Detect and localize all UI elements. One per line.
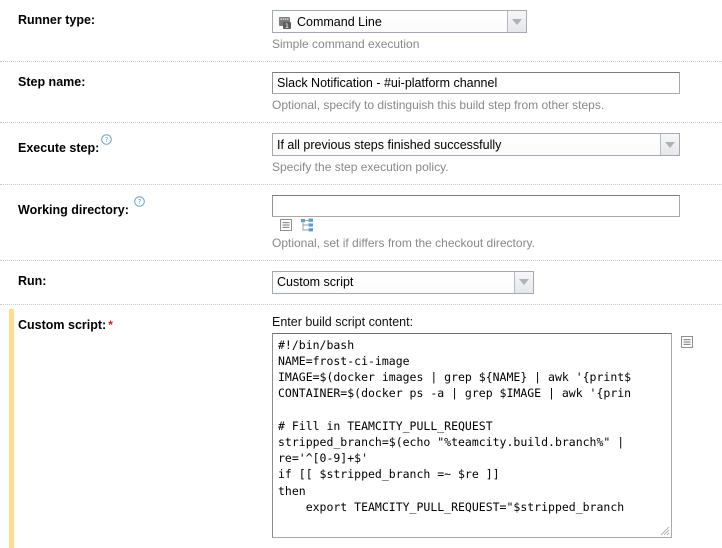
run-dropdown-button[interactable] (514, 271, 533, 293)
svg-text:1: 1 (285, 22, 289, 30)
form-row-step-name: Step name: Optional, specify to distingu… (0, 61, 722, 122)
step-name-input[interactable] (272, 72, 680, 94)
step-name-label: Step name: (18, 75, 86, 89)
execute-step-label: Execute step: (18, 141, 100, 155)
custom-script-textarea[interactable]: #!/bin/bash NAME=frost-ci-image IMAGE=$(… (272, 332, 672, 538)
resize-grip-icon[interactable] (659, 525, 670, 536)
execute-step-dropdown-button[interactable] (660, 134, 679, 155)
required-marker: * (108, 317, 113, 332)
form-row-run: Run: Custom script (0, 259, 722, 304)
working-directory-field-cell: Optional, set if differs from the checko… (272, 185, 722, 260)
svg-text:?: ? (105, 136, 109, 144)
custom-script-label: Custom script: (18, 317, 107, 332)
run-value: Custom script (277, 275, 354, 290)
modified-setting-accent-bar (9, 308, 14, 548)
runner-type-label: Runner type: (18, 13, 96, 27)
step-name-label-cell: Step name: (0, 62, 272, 89)
run-label-cell: Run: (0, 261, 272, 288)
custom-script-label-cell: Custom script: * (0, 305, 272, 332)
custom-script-field-cell: Enter build script content: #!/bin/bash … (272, 305, 722, 548)
runner-type-dropdown-button[interactable] (507, 11, 526, 32)
help-question-icon[interactable]: ? (134, 196, 146, 207)
runner-type-field-cell: 1 Command Line Simple command execution (272, 0, 722, 61)
execute-step-value-wrap: If all previous steps finished successfu… (273, 134, 660, 155)
form-row-runner-type: Runner type: 1 Command Line Simple comma… (0, 0, 722, 61)
working-directory-actions (279, 218, 314, 232)
svg-text:?: ? (138, 198, 142, 206)
working-directory-label-cell: Working directory: ? (0, 185, 272, 217)
working-directory-hint: Optional, set if differs from the checko… (272, 235, 536, 250)
run-select[interactable]: Custom script (272, 270, 534, 294)
open-in-editor-icon[interactable] (279, 218, 293, 232)
execute-step-hint: Specify the step execution policy. (272, 160, 449, 174)
step-name-hint: Optional, specify to distinguish this bu… (272, 98, 605, 112)
custom-script-caption: Enter build script content: (272, 314, 414, 329)
execute-step-label-cell: Execute step: ? (0, 123, 272, 155)
runner-type-value: Command Line (297, 14, 382, 29)
command-line-runner-icon: 1 (277, 14, 293, 30)
run-label: Run: (18, 273, 47, 288)
form-row-custom-script: Custom script: * Enter build script conte… (0, 303, 722, 548)
execute-step-select[interactable]: If all previous steps finished successfu… (272, 133, 680, 156)
run-field-cell: Custom script (272, 261, 722, 304)
form-row-working-directory: Working directory: ? Optional, set if di… (0, 184, 722, 260)
chevron-down-icon (512, 18, 522, 25)
custom-script-content: #!/bin/bash NAME=frost-ci-image IMAGE=$(… (278, 337, 632, 514)
run-value-wrap: Custom script (273, 271, 514, 293)
browse-tree-icon[interactable] (300, 218, 314, 232)
runner-type-hint: Simple command execution (272, 37, 420, 51)
execute-step-value: If all previous steps finished successfu… (277, 137, 502, 152)
runner-type-select[interactable]: 1 Command Line (272, 10, 527, 33)
help-question-icon[interactable]: ? (101, 134, 113, 145)
runner-type-label-cell: Runner type: (0, 0, 272, 27)
chevron-down-icon (665, 141, 675, 148)
custom-script-editor-wrap: #!/bin/bash NAME=frost-ci-image IMAGE=$(… (272, 332, 722, 538)
working-directory-input[interactable] (272, 195, 680, 217)
build-step-form: Runner type: 1 Command Line Simple comma… (0, 0, 722, 548)
working-directory-label: Working directory: (18, 203, 129, 217)
open-in-editor-icon[interactable] (680, 335, 694, 349)
custom-script-actions (680, 335, 694, 352)
form-row-execute-step: Execute step: ? If all previous steps fi… (0, 122, 722, 184)
execute-step-field-cell: If all previous steps finished successfu… (272, 123, 722, 184)
chevron-down-icon (519, 279, 529, 286)
step-name-field-cell: Optional, specify to distinguish this bu… (272, 62, 722, 122)
runner-type-value-wrap: 1 Command Line (273, 11, 507, 32)
